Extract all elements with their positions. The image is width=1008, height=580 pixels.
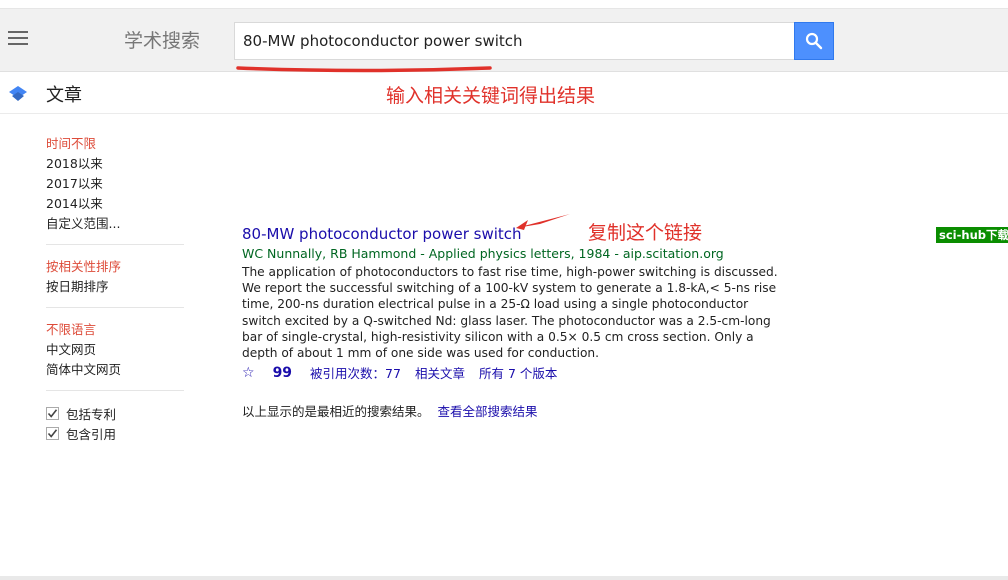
search-result: 80-MW photoconductor power switch WC Nun…	[242, 224, 787, 381]
sort-by-date[interactable]: 按日期排序	[46, 277, 186, 297]
checkmark-icon	[46, 426, 59, 440]
time-filter-2017[interactable]: 2017以来	[46, 174, 186, 194]
sidebar-divider	[46, 307, 184, 308]
sidebar-divider	[46, 390, 184, 391]
include-citations-checkbox[interactable]: 包含引用	[46, 423, 186, 443]
all-versions-link[interactable]: 所有 7 个版本	[479, 363, 557, 382]
time-filter-2014[interactable]: 2014以来	[46, 194, 186, 214]
header-bar: 学术搜索	[0, 9, 1008, 73]
section-title: 文章	[46, 85, 82, 106]
scholar-cap-icon	[9, 86, 27, 101]
bottom-border	[0, 576, 1008, 580]
red-arrow-annotation	[516, 214, 570, 230]
copy-link-annotation: 复制这个链接	[588, 222, 703, 244]
section-bar: 文章 输入相关关键词得出结果	[0, 72, 1008, 114]
search-icon	[805, 32, 823, 50]
cited-by-link[interactable]: 被引用次数：77	[310, 363, 401, 382]
language-chinese[interactable]: 中文网页	[46, 340, 186, 360]
scholar-page: 学术搜索 文章 输入相关关键词得出结果 时间不限 2018以来 2017以来 2…	[0, 0, 1008, 580]
search-box[interactable]	[234, 22, 795, 60]
footer-text: 以上显示的是最相近的搜索结果。	[242, 404, 430, 419]
star-icon[interactable]: ☆	[242, 365, 255, 381]
time-filter-any[interactable]: 时间不限	[46, 134, 186, 154]
brand-title: 学术搜索	[124, 30, 201, 52]
result-snippet: The application of photoconductors to fa…	[242, 265, 778, 361]
result-meta: WC Nunnally, RB Hammond - Applied physic…	[242, 246, 724, 261]
sidebar-divider	[46, 244, 184, 245]
footer-note: 以上显示的是最相近的搜索结果。 查看全部搜索结果	[242, 401, 538, 420]
time-filter-custom[interactable]: 自定义范围...	[46, 214, 186, 234]
hamburger-menu-icon[interactable]	[8, 31, 28, 47]
search-button[interactable]	[794, 22, 834, 60]
filter-sidebar: 时间不限 2018以来 2017以来 2014以来 自定义范围... 按相关性排…	[46, 134, 186, 443]
sort-by-relevance[interactable]: 按相关性排序	[46, 257, 186, 277]
time-filter-2018[interactable]: 2018以来	[46, 154, 186, 174]
result-actions: ☆ 99 被引用次数：77 相关文章 所有 7 个版本	[242, 363, 787, 382]
scihub-download-button[interactable]: sci-hub下载	[936, 227, 1008, 243]
search-input[interactable]	[235, 23, 794, 59]
checkmark-icon	[46, 406, 59, 420]
cite-quote-icon[interactable]: 99	[273, 365, 292, 381]
view-all-results-link[interactable]: 查看全部搜索结果	[438, 404, 538, 419]
language-simplified-chinese[interactable]: 简体中文网页	[46, 360, 186, 380]
keyword-annotation: 输入相关关键词得出结果	[386, 85, 596, 107]
include-citations-label: 包含引用	[66, 426, 117, 442]
include-patents-checkbox[interactable]: 包括专利	[46, 403, 186, 423]
language-any[interactable]: 不限语言	[46, 320, 186, 340]
include-patents-label: 包括专利	[66, 406, 117, 422]
related-articles-link[interactable]: 相关文章	[415, 363, 465, 382]
